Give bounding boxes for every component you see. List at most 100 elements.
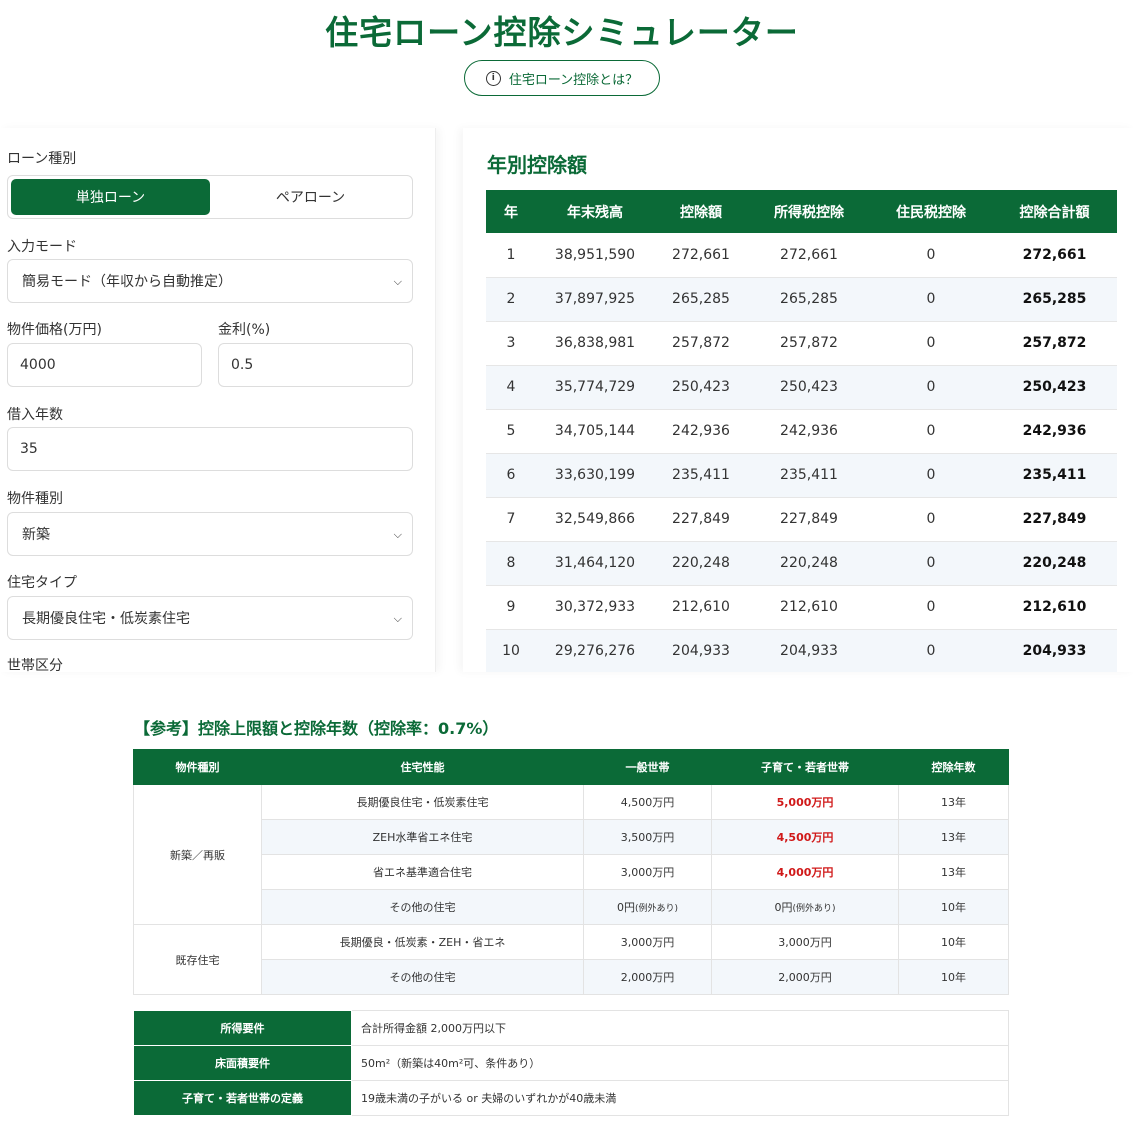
table-row: 既存住宅 長期優良・低炭素・ZEH・省エネ 3,000万円 3,000万円 10…	[133, 924, 1009, 995]
household-label: 世帯区分	[7, 658, 63, 672]
cell-year: 4	[486, 365, 536, 410]
table-row: 5 34,705,144 242,936 242,936 0 242,936	[486, 409, 1117, 454]
cell-years: 10年	[898, 889, 1009, 925]
cell-income-tax: 265,285	[748, 277, 870, 322]
cell-resident-tax: 0	[870, 453, 992, 498]
pair-loan-button[interactable]: ペアローン	[211, 179, 410, 215]
col-property-kind: 物件種別	[133, 749, 262, 785]
cell-years: 13年	[898, 854, 1009, 890]
cell-resident-tax: 0	[870, 409, 992, 454]
cell-family: 4,000万円	[711, 854, 899, 890]
house-type-value: 長期優良住宅・低炭素住宅	[22, 611, 190, 627]
cell-year: 10	[486, 629, 536, 672]
about-deduction-button[interactable]: i 住宅ローン控除とは？	[464, 60, 660, 96]
cell-deduction: 204,933	[654, 629, 748, 672]
cell-balance: 30,372,933	[536, 585, 654, 630]
cell-income-tax: 242,936	[748, 409, 870, 454]
cell-general: 2,000万円	[583, 959, 712, 995]
col-deduction: 控除額	[654, 190, 748, 233]
cell-balance: 34,705,144	[536, 409, 654, 454]
cell-deduction: 272,661	[654, 233, 748, 278]
cell-year: 9	[486, 585, 536, 630]
floor-area-requirement-value: 50m²（新築は40m²可、条件あり）	[351, 1045, 1009, 1081]
results-panel: 年別控除額 年 年末残高 控除額 所得税控除 住民税控除 控除合計額 1 38,9…	[463, 128, 1134, 672]
cell-year: 3	[486, 321, 536, 366]
rate-input[interactable]: 0.5	[218, 343, 413, 387]
cell-income-tax: 212,610	[748, 585, 870, 630]
cell-balance: 38,951,590	[536, 233, 654, 278]
cell-deduction: 257,872	[654, 321, 748, 366]
cell-resident-tax: 0	[870, 629, 992, 672]
info-icon: i	[485, 70, 501, 86]
years-label: 借入年数	[7, 407, 63, 423]
price-label: 物件価格(万円)	[7, 322, 102, 338]
cell-balance: 33,630,199	[536, 453, 654, 498]
exception-note: (例外あり)	[792, 904, 836, 914]
cell-performance: 省エネ基準適合住宅	[261, 854, 584, 890]
price-input[interactable]: 4000	[7, 343, 202, 387]
cell-deduction: 265,285	[654, 277, 748, 322]
cell-deduction: 212,610	[654, 585, 748, 630]
cell-deduction: 250,423	[654, 365, 748, 410]
col-years: 控除年数	[898, 749, 1009, 785]
input-mode-value: 簡易モード（年収から自動推定）	[22, 274, 232, 290]
input-mode-select[interactable]: 簡易モード（年収から自動推定） ⌵	[7, 259, 413, 303]
cell-general-value: 0円	[616, 901, 635, 914]
col-income-tax: 所得税控除	[748, 190, 870, 233]
input-mode-label: 入力モード	[7, 239, 77, 255]
table-row: その他の住宅 2,000万円 2,000万円 10年	[134, 959, 1009, 995]
chevron-down-icon: ⌵	[393, 528, 402, 541]
cell-resident-tax: 0	[870, 233, 992, 278]
table-row: 1 38,951,590 272,661 272,661 0 272,661	[486, 233, 1117, 278]
cell-balance: 37,897,925	[536, 277, 654, 322]
cell-resident-tax: 0	[870, 365, 992, 410]
table-row: ZEH水準省エネ住宅 3,500万円 4,500万円 13年	[134, 819, 1009, 855]
house-type-label: 住宅タイプ	[7, 575, 77, 591]
table-row: 2 37,897,925 265,285 265,285 0 265,285	[486, 277, 1117, 322]
cell-years: 10年	[898, 959, 1009, 995]
years-input[interactable]: 35	[7, 427, 413, 471]
cell-total: 235,411	[992, 453, 1117, 498]
cell-total: 272,661	[992, 233, 1117, 278]
cell-family: 2,000万円	[711, 959, 899, 995]
cell-income-tax: 235,411	[748, 453, 870, 498]
cell-performance: 長期優良住宅・低炭素住宅	[261, 784, 584, 820]
loan-type-toggle: 単独ローン ペアローン	[7, 175, 413, 219]
cell-years: 13年	[898, 784, 1009, 820]
table-row: 新築／再販 長期優良住宅・低炭素住宅 4,500万円 5,000万円 13年	[133, 784, 1009, 925]
cell-year: 1	[486, 233, 536, 278]
family-definition-value: 19歳未満の子がいる or 夫婦のいずれかが40歳未満	[351, 1080, 1009, 1116]
single-loan-button[interactable]: 単独ローン	[11, 179, 210, 215]
table-row: 省エネ基準適合住宅 3,000万円 4,000万円 13年	[134, 854, 1009, 890]
group-existing: 既存住宅	[133, 924, 262, 995]
family-definition-label: 子育て・若者世帯の定義	[133, 1080, 352, 1116]
cell-family: 4,500万円	[711, 819, 899, 855]
table-row: 床面積要件 50m²（新築は40m²可、条件あり）	[133, 1045, 1009, 1081]
cell-deduction: 227,849	[654, 497, 748, 542]
cell-general: 0円(例外あり)	[583, 889, 712, 925]
cell-deduction: 242,936	[654, 409, 748, 454]
cell-performance: その他の住宅	[261, 889, 584, 925]
reference-title: 【参考】控除上限額と控除年数（控除率：0.7%）	[134, 719, 499, 738]
cell-income-tax: 204,933	[748, 629, 870, 672]
page-title: 住宅ローン控除シミュレーター	[325, 13, 799, 52]
exception-note: (例外あり)	[634, 904, 679, 914]
income-requirement-value: 合計所得金額 2,000万円以下	[351, 1010, 1009, 1046]
chevron-down-icon: ⌵	[393, 612, 402, 625]
cell-resident-tax: 0	[870, 541, 992, 586]
cell-performance: 長期優良・低炭素・ZEH・省エネ	[261, 924, 584, 960]
cell-balance: 31,464,120	[536, 541, 654, 586]
table-row: 8 31,464,120 220,248 220,248 0 220,248	[486, 541, 1117, 586]
property-kind-select[interactable]: 新築 ⌵	[7, 512, 413, 556]
col-general: 一般世帯	[583, 749, 712, 785]
rate-label: 金利(%)	[218, 322, 271, 338]
cell-general: 3,500万円	[583, 819, 712, 855]
table-row: その他の住宅 0円(例外あり) 0円(例外あり) 10年	[134, 889, 1009, 925]
house-type-select[interactable]: 長期優良住宅・低炭素住宅 ⌵	[7, 596, 413, 640]
annual-deduction-table: 年 年末残高 控除額 所得税控除 住民税控除 控除合計額 1 38,951,590…	[486, 190, 1117, 672]
cell-total: 212,610	[992, 585, 1117, 630]
cell-income-tax: 220,248	[748, 541, 870, 586]
col-family: 子育て・若者世帯	[711, 749, 899, 785]
cell-years: 13年	[898, 819, 1009, 855]
cell-family: 3,000万円	[711, 924, 899, 960]
